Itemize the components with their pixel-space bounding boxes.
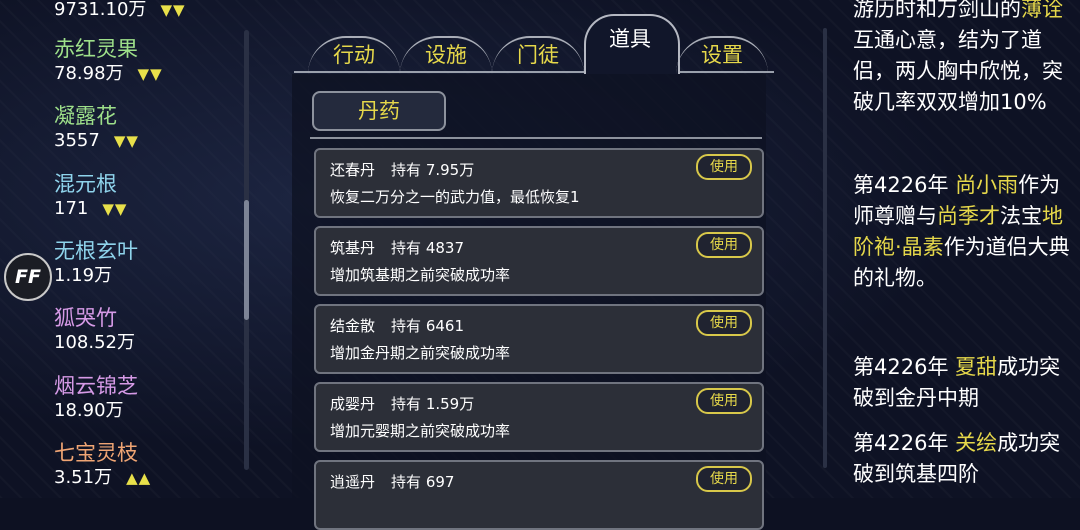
resource-name: 狐哭竹: [54, 306, 117, 330]
character-name[interactable]: 尚小雨: [955, 173, 1018, 197]
resource-item: 无根玄叶 1.19万: [54, 238, 138, 288]
resource-amount: 3557 ▼▼: [54, 130, 139, 151]
resource-item: 凝露花 3557 ▼▼: [54, 103, 139, 153]
resource-name: 混元根: [54, 172, 117, 196]
hold-label: 持有: [391, 161, 422, 179]
item-card: 筑基丹 持有 4837 增加筑基期之前突破成功率 使用: [314, 226, 764, 296]
log-scrollbar[interactable]: [823, 28, 827, 468]
resource-name: 赤红灵果: [54, 37, 138, 61]
category-pills[interactable]: 丹药: [312, 91, 446, 131]
item-count: 6461: [425, 317, 464, 335]
resource-name: 无根玄叶: [54, 239, 138, 263]
item-desc: 增加金丹期之前突破成功率: [330, 344, 511, 362]
trend-arrows: ▲▲: [126, 469, 152, 487]
use-button[interactable]: 使用: [696, 388, 752, 414]
hold-label: 持有: [391, 395, 422, 413]
item-card: 还春丹 持有 7.95万 恢复二万分之一的武力值，最低恢复1 使用: [314, 148, 764, 218]
item-count: 697: [425, 473, 455, 491]
hold-label: 持有: [391, 473, 422, 491]
event-log: 游历时和万剑山的薄诠互通心意，结为了道侣，两人胸中欣悦，突破几率双双增加10% …: [823, 0, 1080, 498]
item-card: 结金散 持有 6461 增加金丹期之前突破成功率 使用: [314, 304, 764, 374]
resource-scrollbar[interactable]: [244, 30, 249, 470]
tab-facilities[interactable]: 设施: [400, 36, 492, 72]
tab-disciples[interactable]: 门徒: [492, 36, 584, 72]
item-desc: 恢复二万分之一的武力值，最低恢复1: [330, 188, 580, 206]
hold-label: 持有: [391, 239, 422, 257]
resource-name: 七宝灵枝: [54, 441, 138, 465]
item-name: 成婴丹: [330, 395, 376, 413]
resource-name: 烟云锦芝: [54, 374, 138, 398]
resource-name: 凝露花: [54, 104, 117, 128]
trend-arrows: ▼▼: [102, 200, 128, 218]
resource-item: 9731.10万 ▼▼: [54, 0, 186, 22]
item-name: 还春丹: [330, 161, 376, 179]
resource-amount: 1.19万: [54, 265, 113, 286]
resource-amount: 171 ▼▼: [54, 198, 128, 219]
resource-amount: 3.51万 ▲▲: [54, 467, 152, 488]
resource-item: 混元根 171 ▼▼: [54, 171, 127, 221]
log-entry: 游历时和万剑山的薄诠互通心意，结为了道侣，两人胸中欣悦，突破几率双双增加10%: [853, 0, 1073, 118]
use-button[interactable]: 使用: [696, 232, 752, 258]
resource-list: 9731.10万 ▼▼ 赤红灵果 78.98万 ▼▼ 凝露花 3557 ▼▼ 混元根 …: [0, 0, 250, 498]
log-entry: 第4226年 关绘成功突破到筑基四阶: [853, 431, 1061, 486]
item-count: 7.95万: [425, 161, 475, 179]
item-name: 结金散: [330, 317, 376, 335]
resource-amount: 9731.10万 ▼▼: [54, 0, 186, 20]
item-panel: 行动 设施 门徒 道具 设置 丹药 还春丹 持有 7.95万 恢复二万分之一的武力…: [258, 0, 813, 530]
trend-arrows: ▼▼: [160, 1, 186, 19]
item-count: 4837: [425, 239, 464, 257]
log-entry: 第4226年 夏甜成功突破到金丹中期: [853, 355, 1061, 410]
item-card: 成婴丹 持有 1.59万 增加元婴期之前突破成功率 使用: [314, 382, 764, 452]
item-desc: 增加筑基期之前突破成功率: [330, 266, 511, 284]
tab-items[interactable]: 道具: [584, 14, 680, 74]
item-card: 逍遥丹 持有 697 使用: [314, 460, 764, 530]
log-entry: 第4226年 尚小雨作为师尊赠与尚季才法宝地阶袍·晶素作为道侣大典的礼物。: [853, 173, 1070, 290]
tab-action[interactable]: 行动: [308, 36, 400, 72]
tab-settings[interactable]: 设置: [676, 36, 768, 72]
trend-arrows: ▼▼: [137, 65, 163, 83]
resource-item: 狐哭竹 108.52万: [54, 305, 135, 355]
resource-amount: 18.90万: [54, 400, 124, 421]
resource-item: 烟云锦芝 18.90万: [54, 373, 138, 423]
trend-arrows: ▼▼: [113, 132, 139, 150]
tab-bar: 行动 设施 门徒 道具 设置: [294, 14, 774, 76]
character-name[interactable]: 薄诠: [1021, 0, 1063, 21]
item-name: 筑基丹: [330, 239, 376, 257]
category-divider: [310, 137, 762, 139]
fast-forward-button[interactable]: FF: [4, 253, 52, 301]
item-name: 逍遥丹: [330, 473, 376, 491]
character-name[interactable]: 尚季才: [937, 204, 1000, 228]
item-desc: 增加元婴期之前突破成功率: [330, 422, 511, 440]
use-button[interactable]: 使用: [696, 466, 752, 492]
resource-amount: 108.52万: [54, 332, 135, 353]
resource-amount: 78.98万 ▼▼: [54, 63, 163, 84]
hold-label: 持有: [391, 317, 422, 335]
character-name[interactable]: 关绘: [955, 431, 997, 455]
character-name[interactable]: 夏甜: [955, 355, 997, 379]
resource-item: 七宝灵枝 3.51万 ▲▲: [54, 440, 151, 490]
resource-item: 赤红灵果 78.98万 ▼▼: [54, 36, 163, 86]
item-count: 1.59万: [425, 395, 475, 413]
use-button[interactable]: 使用: [696, 310, 752, 336]
use-button[interactable]: 使用: [696, 154, 752, 180]
scrollbar-thumb[interactable]: [244, 200, 249, 320]
